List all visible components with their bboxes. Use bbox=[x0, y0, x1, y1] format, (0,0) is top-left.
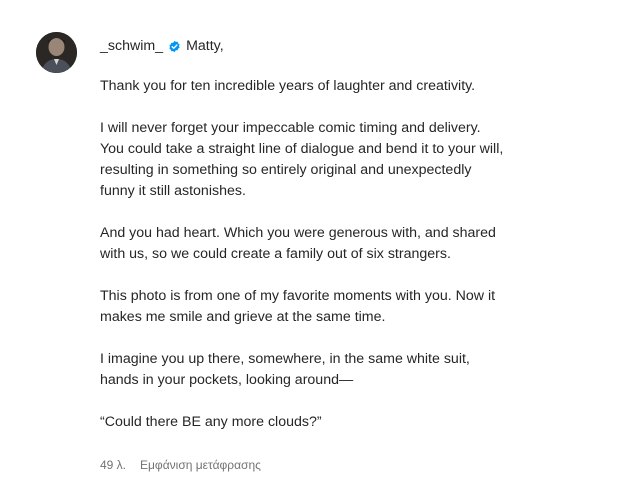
caption-paragraph: And you had heart. Which you were genero… bbox=[100, 225, 496, 262]
caption-footer: 49 λ. Εμφάνιση μετάφρασης bbox=[100, 458, 261, 472]
caption-paragraph: I will never forget your impeccable comi… bbox=[100, 120, 504, 199]
avatar-image bbox=[36, 32, 77, 73]
username-link[interactable]: _schwim_ bbox=[100, 36, 163, 57]
caption-body: _schwim_ Matty, Thank you for ten incred… bbox=[100, 36, 600, 454]
avatar[interactable] bbox=[36, 32, 77, 73]
verified-badge-icon bbox=[168, 40, 181, 53]
caption-paragraph: I imagine you up there, somewhere, in th… bbox=[100, 351, 470, 388]
post-caption: _schwim_ Matty, Thank you for ten incred… bbox=[0, 0, 627, 500]
caption-paragraph: This photo is from one of my favorite mo… bbox=[100, 288, 496, 325]
caption-greeting: Matty, bbox=[186, 38, 224, 54]
caption-header: _schwim_ Matty, bbox=[100, 36, 600, 57]
see-translation-button[interactable]: Εμφάνιση μετάφρασης bbox=[140, 458, 261, 472]
post-time[interactable]: 49 λ. bbox=[100, 458, 126, 472]
caption-paragraph: Thank you for ten incredible years of la… bbox=[100, 78, 476, 94]
caption-paragraph: “Could there BE any more clouds?” bbox=[100, 414, 322, 430]
